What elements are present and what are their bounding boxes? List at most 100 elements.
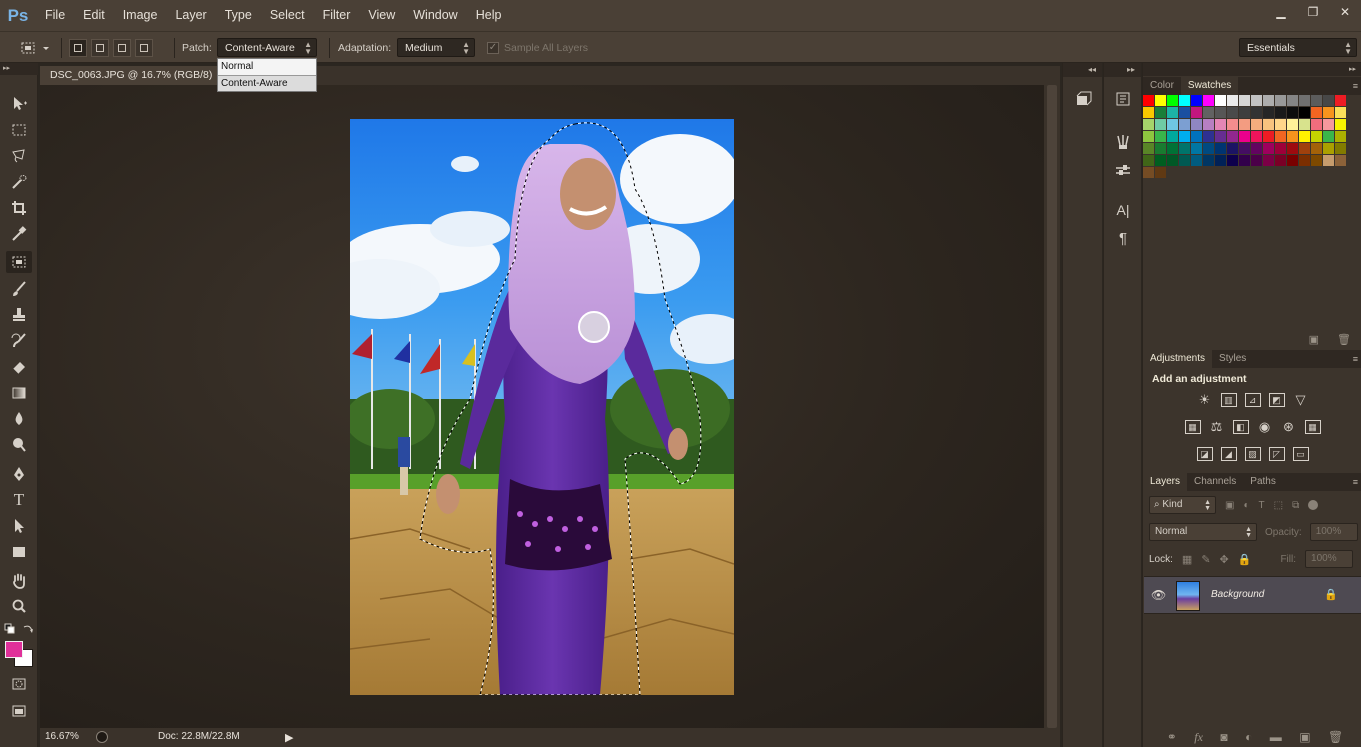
subtract-from-selection-button[interactable] xyxy=(113,38,131,57)
lock-all-icon[interactable]: 🔒 xyxy=(1238,553,1252,566)
add-to-selection-button[interactable] xyxy=(91,38,109,57)
restore-button[interactable]: ❐ xyxy=(1297,0,1329,24)
color-swatch[interactable] xyxy=(1203,107,1215,119)
color-swatch[interactable] xyxy=(1263,119,1275,131)
panel-menu-icon[interactable]: ≡ xyxy=(1353,473,1358,491)
dock-expand[interactable]: ▸▸ xyxy=(1104,63,1141,77)
curves-icon[interactable]: ⊿ xyxy=(1244,393,1261,407)
hue-saturation-icon[interactable]: ▦ xyxy=(1184,420,1201,434)
lock-transparent-icon[interactable]: ▦ xyxy=(1182,553,1192,566)
patch-tool[interactable] xyxy=(6,251,32,273)
foreground-color-swatch[interactable] xyxy=(5,641,23,658)
zoom-level[interactable]: 16.67% xyxy=(45,731,79,742)
color-swatch[interactable] xyxy=(1143,167,1155,179)
pen-tool[interactable] xyxy=(6,463,32,485)
color-swatch[interactable] xyxy=(1227,155,1239,167)
color-swatch[interactable] xyxy=(1215,107,1227,119)
color-swatch[interactable] xyxy=(1239,155,1251,167)
dropdown-option-normal[interactable]: Normal xyxy=(218,59,316,75)
new-swatch-icon[interactable]: ▣ xyxy=(1309,333,1319,346)
history-panel-button[interactable] xyxy=(1109,87,1137,111)
minimize-button[interactable]: ▁ xyxy=(1265,0,1297,24)
color-swatch[interactable] xyxy=(1143,119,1155,131)
color-swatch[interactable] xyxy=(1155,131,1167,143)
path-selection-tool[interactable] xyxy=(6,515,32,537)
status-info-icon[interactable] xyxy=(96,731,108,743)
color-swatch[interactable] xyxy=(1323,95,1335,107)
color-swatch[interactable] xyxy=(1275,131,1287,143)
invert-icon[interactable]: ◪ xyxy=(1196,447,1213,461)
color-swatch[interactable] xyxy=(1239,131,1251,143)
paragraph-panel-button[interactable]: ¶ xyxy=(1109,226,1137,250)
filter-toggle-icon[interactable] xyxy=(1308,500,1319,510)
menu-window[interactable]: Window xyxy=(404,0,466,31)
color-swatch[interactable] xyxy=(1323,131,1335,143)
color-swatch[interactable] xyxy=(1155,143,1167,155)
color-swatch[interactable] xyxy=(1167,131,1179,143)
gradient-map-icon[interactable]: ▭ xyxy=(1292,447,1309,461)
tab-channels[interactable]: Channels xyxy=(1187,473,1243,491)
color-swatch[interactable] xyxy=(1143,95,1155,107)
brightness-contrast-icon[interactable]: ☀ xyxy=(1197,392,1213,407)
color-swatch[interactable] xyxy=(1239,143,1251,155)
color-swatch[interactable] xyxy=(1287,119,1299,131)
trash-icon[interactable]: 🗑 xyxy=(1328,730,1343,744)
color-swatch[interactable] xyxy=(1203,131,1215,143)
filter-pixel-icon[interactable]: ▣ xyxy=(1225,500,1234,511)
default-colors-button[interactable] xyxy=(4,623,16,638)
color-swatch[interactable] xyxy=(1215,119,1227,131)
lock-position-icon[interactable]: ✥ xyxy=(1220,553,1229,566)
color-swatch[interactable] xyxy=(1287,143,1299,155)
color-swatch[interactable] xyxy=(1203,95,1215,107)
color-swatch[interactable] xyxy=(1215,155,1227,167)
workspace-select[interactable]: Essentials ▲ ▼ xyxy=(1239,38,1357,57)
color-swatch[interactable] xyxy=(1251,95,1263,107)
delete-swatch-icon[interactable]: 🗑 xyxy=(1337,333,1351,346)
color-swatch[interactable] xyxy=(1203,155,1215,167)
panel-menu-icon[interactable]: ≡ xyxy=(1353,77,1358,95)
color-swatch[interactable] xyxy=(1203,143,1215,155)
color-swatch[interactable] xyxy=(1335,119,1347,131)
color-swatch[interactable] xyxy=(1323,107,1335,119)
color-swatch[interactable] xyxy=(1335,155,1347,167)
panel-collapse[interactable]: ▸▸ xyxy=(1143,63,1361,76)
adjustment-layer-icon[interactable]: ◐ xyxy=(1245,730,1252,744)
color-swatch[interactable] xyxy=(1179,131,1191,143)
tab-layers[interactable]: Layers xyxy=(1143,473,1188,491)
color-swatch[interactable] xyxy=(1275,119,1287,131)
color-swatch[interactable] xyxy=(1263,143,1275,155)
eraser-tool[interactable] xyxy=(6,356,32,378)
fx-icon[interactable]: fx xyxy=(1194,730,1203,745)
color-swatch[interactable] xyxy=(1275,107,1287,119)
vertical-scrollbar[interactable] xyxy=(1044,85,1060,728)
screen-mode-button[interactable] xyxy=(6,700,32,722)
toolbar-collapse[interactable]: ▸▸ xyxy=(0,63,38,75)
intersect-selection-button[interactable] xyxy=(135,38,153,57)
color-swatch[interactable] xyxy=(1299,119,1311,131)
menu-view[interactable]: View xyxy=(359,0,404,31)
color-swatch[interactable] xyxy=(1299,131,1311,143)
link-icon[interactable]: ⚭ xyxy=(1167,730,1177,744)
clone-stamp-tool[interactable] xyxy=(6,304,32,326)
group-icon[interactable]: ▬ xyxy=(1270,730,1282,744)
fill-input[interactable]: 100% xyxy=(1305,550,1354,568)
color-swatch[interactable] xyxy=(1167,155,1179,167)
color-swatch[interactable] xyxy=(1143,131,1155,143)
color-swatch[interactable] xyxy=(1167,95,1179,107)
color-swatch[interactable] xyxy=(1143,107,1155,119)
color-swatch[interactable] xyxy=(1287,95,1299,107)
color-swatch[interactable] xyxy=(1179,155,1191,167)
tab-adjustments[interactable]: Adjustments xyxy=(1143,350,1213,368)
color-swatch[interactable] xyxy=(1335,131,1347,143)
dodge-tool[interactable] xyxy=(6,434,32,456)
color-swatch[interactable] xyxy=(1263,107,1275,119)
color-swatch[interactable] xyxy=(1287,107,1299,119)
scrollbar-thumb[interactable] xyxy=(1047,85,1057,728)
color-swatch[interactable] xyxy=(1167,143,1179,155)
color-swatch[interactable] xyxy=(1287,131,1299,143)
opacity-input[interactable]: 100% xyxy=(1309,523,1358,541)
levels-icon[interactable]: ▥ xyxy=(1220,393,1237,407)
color-swatch[interactable] xyxy=(1275,155,1287,167)
color-swatch[interactable] xyxy=(1155,167,1167,179)
color-swatch[interactable] xyxy=(1227,95,1239,107)
